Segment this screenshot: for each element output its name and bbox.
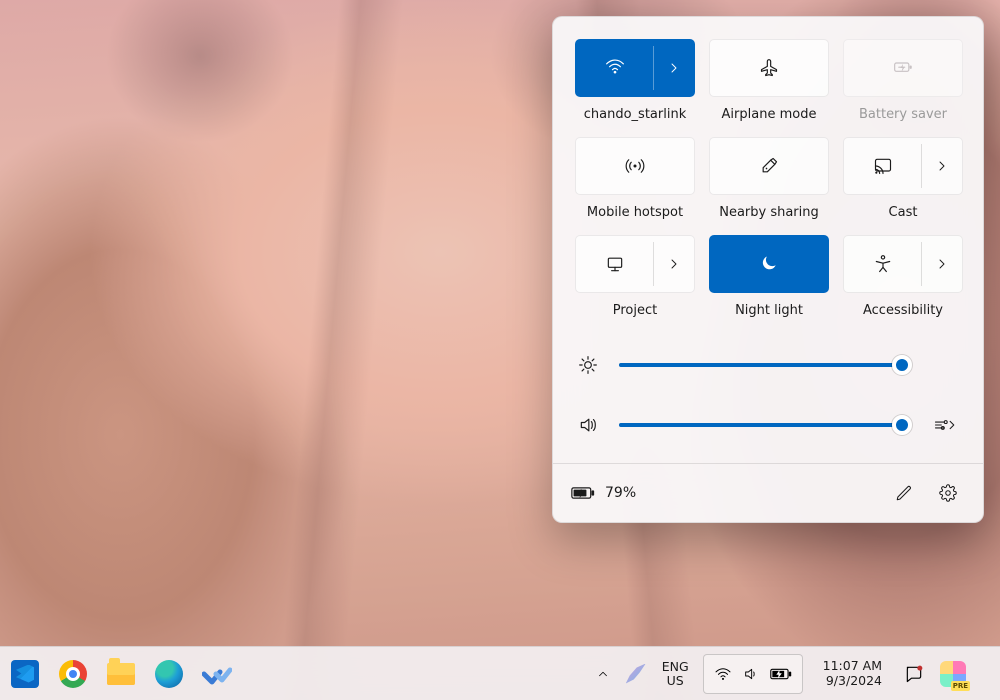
wifi-icon [605,58,625,78]
airplane-icon [759,58,779,78]
chevron-right-icon [934,158,950,174]
battery-tray-icon [770,667,792,681]
quick-tile-nightlight: Night light [709,235,829,321]
brightness-icon [575,355,601,375]
project-expand-chevron[interactable] [654,256,694,272]
chevron-right-icon [666,60,682,76]
quick-tile-accessibility: Accessibility [843,235,963,321]
cast-label: Cast [889,205,918,223]
chevron-right-icon [666,256,682,272]
quick-tile-hotspot: Mobile hotspot [575,137,695,223]
language-switcher[interactable]: ENG US [654,647,697,700]
taskbar-app-edge[interactable] [154,659,184,689]
wifi-tray-icon [714,667,732,681]
hotspot-toggle-button[interactable] [575,137,695,195]
copilot-button[interactable] [932,647,974,700]
settings-button[interactable] [931,476,965,510]
quick-tile-nearby: Nearby sharing [709,137,829,223]
battery-icon[interactable] [571,485,595,501]
sliders-section [553,339,983,463]
brightness-slider-row [575,355,961,375]
clock-date[interactable]: 11:07 AM 9/3/2024 [809,647,896,700]
taskbar-system-tray: ENG US 11:07 AM 9/3/2024 [588,647,990,700]
cast-toggle-button[interactable] [843,137,963,195]
quick-settings-footer: 79% [553,463,983,522]
battery-saver-label: Battery saver [859,107,947,125]
clock-time: 11:07 AM [823,659,882,673]
show-desktop-edge[interactable] [974,647,990,700]
hotspot-label: Mobile hotspot [587,205,683,223]
clock-date-text: 9/3/2024 [826,674,882,688]
project-icon [605,254,625,274]
audio-output-chevron[interactable] [929,417,961,433]
taskbar-app-file-explorer[interactable] [106,659,136,689]
volume-slider[interactable] [619,415,911,435]
language-code-bottom: US [667,674,684,687]
nightlight-label: Night light [735,303,803,321]
taskbar: ENG US 11:07 AM 9/3/2024 [0,646,1000,700]
battery-percent-text: 79% [605,485,636,501]
night-light-icon [759,254,779,274]
airplane-toggle-button[interactable] [709,39,829,97]
taskbar-app-todo[interactable] [202,659,232,689]
taskbar-pinned-apps [10,659,232,689]
wifi-toggle-button[interactable] [575,39,695,97]
quick-settings-grid: chando_starlink Airplane mode Battery save… [553,17,983,325]
cast-expand-chevron[interactable] [922,158,962,174]
speaker-icon [575,415,601,435]
cast-icon [873,156,893,176]
notifications-button[interactable] [896,647,932,700]
brightness-slider[interactable] [619,355,911,375]
project-toggle-button[interactable] [575,235,695,293]
quick-tile-battery-saver: Battery saver [843,39,963,125]
quick-tile-cast: Cast [843,137,963,223]
accessibility-toggle-button[interactable] [843,235,963,293]
taskbar-app-chrome[interactable] [58,659,88,689]
volume-slider-row [575,415,961,435]
wifi-label: chando_starlink [584,107,686,125]
airplane-label: Airplane mode [722,107,817,125]
battery-saver-toggle-button[interactable] [843,39,963,97]
hotspot-icon [625,156,645,176]
language-code-top: ENG [662,660,689,673]
network-volume-battery-group[interactable] [703,654,803,694]
accessibility-expand-chevron[interactable] [922,256,962,272]
edit-quick-settings-button[interactable] [887,476,921,510]
nearby-share-icon [759,156,779,176]
accessibility-label: Accessibility [863,303,943,321]
tray-overflow-chevron[interactable] [588,647,618,700]
taskbar-app-vscode[interactable] [10,659,40,689]
quick-tile-project: Project [575,235,695,321]
wifi-expand-chevron[interactable] [654,60,694,76]
quick-tile-wifi: chando_starlink [575,39,695,125]
accessibility-icon [873,254,893,274]
nearby-toggle-button[interactable] [709,137,829,195]
project-label: Project [613,303,657,321]
nightlight-toggle-button[interactable] [709,235,829,293]
quick-settings-panel: chando_starlink Airplane mode Battery save… [552,16,984,523]
battery-saver-icon [893,58,913,78]
tray-feather-icon[interactable] [618,647,654,700]
quick-tile-airplane: Airplane mode [709,39,829,125]
chevron-right-icon [934,256,950,272]
nearby-label: Nearby sharing [719,205,819,223]
speaker-tray-icon [742,666,760,682]
